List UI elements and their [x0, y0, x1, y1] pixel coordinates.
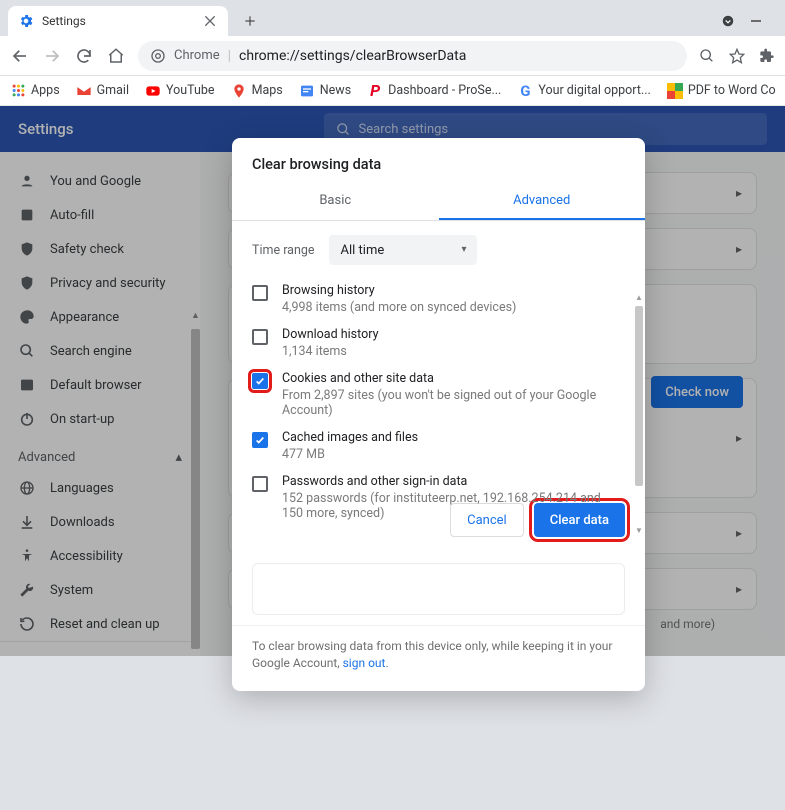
omnibox-chip: Chrome	[174, 48, 220, 63]
apps-icon	[10, 83, 26, 99]
bookmark-news[interactable]: News	[299, 83, 351, 99]
option-cookies[interactable]: Cookies and other site dataFrom 2,897 si…	[246, 365, 625, 424]
google-icon: G	[517, 83, 533, 99]
option-download-history[interactable]: Download history1,134 items	[246, 321, 625, 365]
time-range-select[interactable]: All time ▾	[329, 235, 477, 265]
youtube-icon	[145, 83, 161, 99]
home-button[interactable]	[106, 46, 126, 66]
scrollbar-thumb[interactable]	[635, 306, 643, 486]
zoom-icon[interactable]	[699, 48, 715, 64]
dialog-tabs: Basic Advanced	[232, 183, 645, 221]
pinterest-icon: P	[367, 83, 383, 99]
sign-out-link[interactable]: sign out	[343, 656, 386, 670]
pdf-icon	[667, 83, 683, 99]
chevron-down-icon: ▾	[462, 244, 467, 255]
extensions-icon[interactable]	[759, 48, 775, 64]
checkbox[interactable]	[252, 476, 268, 492]
scroll-up-icon[interactable]: ▲	[635, 293, 643, 302]
news-icon	[299, 83, 315, 99]
omnibox-url: chrome://settings/clearBrowserData	[239, 48, 466, 64]
bookmarks-bar: Apps Gmail YouTube Maps News PDashboard …	[0, 76, 785, 106]
tab-title: Settings	[42, 14, 194, 28]
clear-browsing-data-dialog: Clear browsing data Basic Advanced Time …	[232, 138, 645, 691]
back-button[interactable]	[10, 46, 30, 66]
dialog-scrollbar[interactable]: ▲ ▼	[635, 293, 643, 531]
tab-advanced[interactable]: Advanced	[439, 183, 646, 220]
tab-basic[interactable]: Basic	[232, 183, 439, 220]
bookmark-pdf[interactable]: PDF to Word Co	[667, 83, 776, 99]
dialog-footer: To clear browsing data from this device …	[232, 625, 645, 691]
scroll-down-icon[interactable]: ▼	[635, 526, 643, 535]
option-passwords[interactable]: Passwords and other sign-in data152 pass…	[246, 468, 625, 527]
gear-icon	[18, 13, 34, 29]
browser-tab[interactable]: Settings	[8, 6, 228, 36]
browser-toolbar: Chrome | chrome://settings/clearBrowserD…	[0, 36, 785, 76]
bookmark-digital[interactable]: GYour digital opport...	[517, 83, 650, 99]
option-browsing-history[interactable]: Browsing history4,998 items (and more on…	[246, 277, 625, 321]
checkbox[interactable]	[252, 373, 268, 389]
bookmark-apps[interactable]: Apps	[10, 83, 60, 99]
tab-strip: Settings	[0, 0, 785, 36]
checkbox[interactable]	[252, 285, 268, 301]
bookmark-dashboard[interactable]: PDashboard - ProSe...	[367, 83, 501, 99]
close-icon[interactable]	[202, 13, 218, 29]
reload-button[interactable]	[74, 46, 94, 66]
bookmark-maps[interactable]: Maps	[231, 83, 283, 99]
chrome-icon	[150, 48, 166, 64]
minimize-button[interactable]	[749, 14, 763, 28]
time-range-label: Time range	[252, 243, 315, 258]
address-bar[interactable]: Chrome | chrome://settings/clearBrowserD…	[138, 41, 687, 71]
window-controls	[721, 14, 777, 28]
checkbox[interactable]	[252, 329, 268, 345]
gmail-icon	[76, 83, 92, 99]
checkbox[interactable]	[252, 432, 268, 448]
maps-icon	[231, 83, 247, 99]
bookmark-youtube[interactable]: YouTube	[145, 83, 215, 99]
stub-card	[252, 563, 625, 615]
new-tab-button[interactable]	[236, 7, 264, 35]
bookmark-star-icon[interactable]	[729, 48, 745, 64]
option-cached[interactable]: Cached images and files477 MB	[246, 424, 625, 468]
bookmark-gmail[interactable]: Gmail	[76, 83, 129, 99]
dialog-title: Clear browsing data	[232, 138, 645, 183]
forward-button[interactable]	[42, 46, 62, 66]
account-icon[interactable]	[721, 14, 735, 28]
